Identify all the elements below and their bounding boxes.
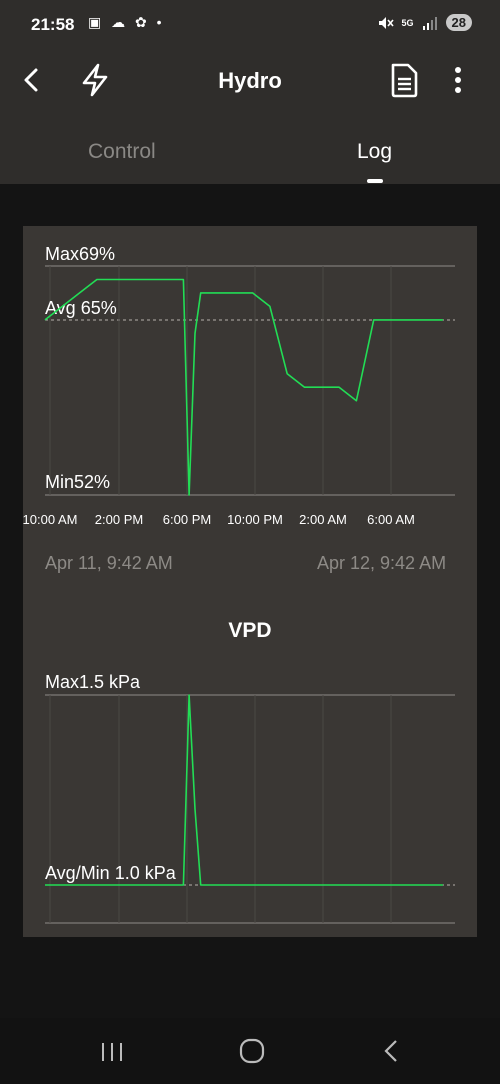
- system-nav-bar: [0, 1018, 500, 1084]
- humidity-max-label: Max69%: [45, 244, 115, 264]
- range-start-date: Apr 11, 9:42 AM: [45, 553, 173, 573]
- vpd-chart-title: VPD: [228, 619, 272, 642]
- humidity-min-label: Min52%: [45, 472, 110, 492]
- recents-icon[interactable]: [98, 1040, 126, 1064]
- humidity-avg-label: Avg 65%: [45, 298, 117, 318]
- humidity-chart: Max69% Avg 65% Min52% 10:00 AM 2:00 PM 6:0…: [23, 244, 455, 527]
- back-icon[interactable]: [380, 1038, 404, 1064]
- vpd-gridlines: [49, 695, 392, 923]
- humidity-time-ticks: 10:00 AM 2:00 PM 6:00 PM 10:00 PM 2:00 AM 6:0…: [23, 512, 415, 527]
- home-icon[interactable]: [239, 1038, 265, 1064]
- humidity-time-tick-label: 6:00 PM: [163, 512, 211, 527]
- vpd-chart: Max1.5 kPa Avg/Min 1.0 kPa: [45, 672, 455, 924]
- vpd-avgmin-label: Avg/Min 1.0 kPa: [45, 863, 177, 883]
- humidity-time-tick-label: 6:00 AM: [367, 512, 415, 527]
- humidity-time-tick-label: 10:00 AM: [23, 512, 78, 527]
- vpd-series-line: [45, 694, 443, 886]
- humidity-time-tick-label: 10:00 PM: [227, 512, 283, 527]
- humidity-time-tick-label: 2:00 PM: [95, 512, 143, 527]
- range-end-date: Apr 12, 9:42 AM: [317, 553, 447, 573]
- humidity-time-tick-label: 2:00 AM: [299, 512, 347, 527]
- charts-canvas: Max69% Avg 65% Min52% 10:00 AM 2:00 PM 6:0…: [23, 244, 455, 924]
- vpd-max-label: Max1.5 kPa: [45, 672, 141, 692]
